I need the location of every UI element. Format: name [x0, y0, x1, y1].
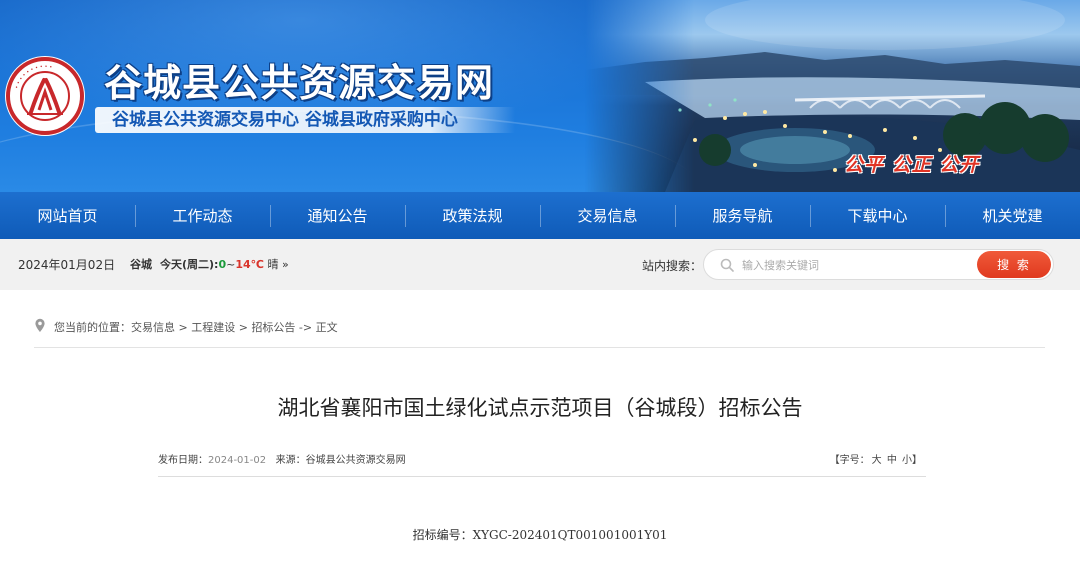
- weather-location: 谷城: [130, 258, 152, 271]
- nav-item-party-building[interactable]: 机关党建: [945, 192, 1080, 239]
- breadcrumb-engineering[interactable]: 工程建设: [191, 321, 235, 334]
- current-date: 2024年01月02日: [18, 258, 116, 272]
- publish-date-label: 发布日期：: [158, 455, 208, 466]
- font-size-large[interactable]: 大: [872, 455, 882, 466]
- search-icon: [720, 258, 734, 272]
- header-banner: • • • • • • • • • • 谷城县公共资源交易网 谷城县公共资源交易…: [0, 0, 1080, 192]
- breadcrumb-prefix: 您当前的位置：: [54, 321, 131, 334]
- main-nav: 网站首页 工作动态 通知公告 政策法规 交易信息 服务导航 下载中心 机关党建: [0, 192, 1080, 239]
- font-size-medium[interactable]: 中: [887, 455, 897, 466]
- nav-item-downloads[interactable]: 下载中心: [810, 192, 945, 239]
- bid-number-label: 招标编号：: [412, 528, 473, 542]
- info-bar: 2024年01月02日 谷城 今天(周二):0~14℃ 晴 » 站内搜索：: [0, 239, 1080, 290]
- weather-temp-sep: ~: [226, 258, 236, 271]
- search-input[interactable]: [742, 254, 972, 276]
- breadcrumb-current: 正文: [315, 321, 338, 334]
- font-size-switcher: 【字号：大 中 小】: [830, 451, 922, 466]
- search-label: 站内搜索：: [642, 259, 703, 273]
- weather-day: 今天(周二):: [160, 258, 219, 271]
- nav-item-work-news[interactable]: 工作动态: [135, 192, 270, 239]
- riverside-night-scene: [585, 0, 1080, 192]
- bid-number: XYGC-202401QT001001001Y01: [472, 528, 668, 542]
- location-pin-icon: [35, 318, 45, 332]
- nav-item-home[interactable]: 网站首页: [0, 192, 135, 239]
- weather-more-link[interactable]: »: [282, 258, 289, 271]
- site-subtitle: 谷城县公共资源交易中心 谷城县政府采购中心: [112, 110, 458, 130]
- source-label: 来源：: [275, 455, 306, 466]
- breadcrumb-separator: >: [175, 321, 192, 334]
- publish-date: 2024-01-02: [208, 455, 267, 466]
- breadcrumb: 您当前的位置：交易信息 > 工程建设 > 招标公告 -> 正文: [34, 318, 1045, 348]
- article-title: 湖北省襄阳市国土绿化试点示范项目（谷城段）招标公告: [277, 396, 803, 420]
- source-value: 谷城县公共资源交易网: [305, 455, 406, 466]
- nav-item-notices[interactable]: 通知公告: [270, 192, 405, 239]
- weather-widget: 谷城 今天(周二):0~14℃ 晴 »: [130, 256, 289, 272]
- weather-condition: 晴: [267, 258, 279, 271]
- font-size-small[interactable]: 小: [902, 455, 912, 466]
- bid-number-line: 招标编号：XYGC-202401QT001001001Y01: [0, 526, 1080, 543]
- site-title: 谷城县公共资源交易网: [104, 60, 495, 105]
- weather-temp-high: 14℃: [235, 258, 264, 271]
- font-size-label: 【字号：: [829, 455, 870, 466]
- breadcrumb-separator: >: [235, 321, 252, 334]
- nav-item-service-guide[interactable]: 服务导航: [675, 192, 810, 239]
- breadcrumb-separator: ->: [295, 321, 316, 334]
- article-meta: 发布日期：2024-01-02 来源：谷城县公共资源交易网 【字号：大 中 小】: [158, 449, 926, 477]
- nav-item-trade-info[interactable]: 交易信息: [540, 192, 675, 239]
- emblem-logo: • • • • • • • • • •: [5, 56, 85, 136]
- font-size-close: 】: [912, 455, 922, 466]
- breadcrumb-tender-notice[interactable]: 招标公告: [251, 321, 295, 334]
- breadcrumb-trade-info[interactable]: 交易信息: [131, 321, 175, 334]
- weather-temp-low: 0: [218, 258, 227, 271]
- search-button[interactable]: 搜 索: [977, 251, 1051, 278]
- slogan: 公平 公正 公开: [844, 154, 980, 176]
- banner-photo: [585, 0, 1080, 192]
- nav-item-policies[interactable]: 政策法规: [405, 192, 540, 239]
